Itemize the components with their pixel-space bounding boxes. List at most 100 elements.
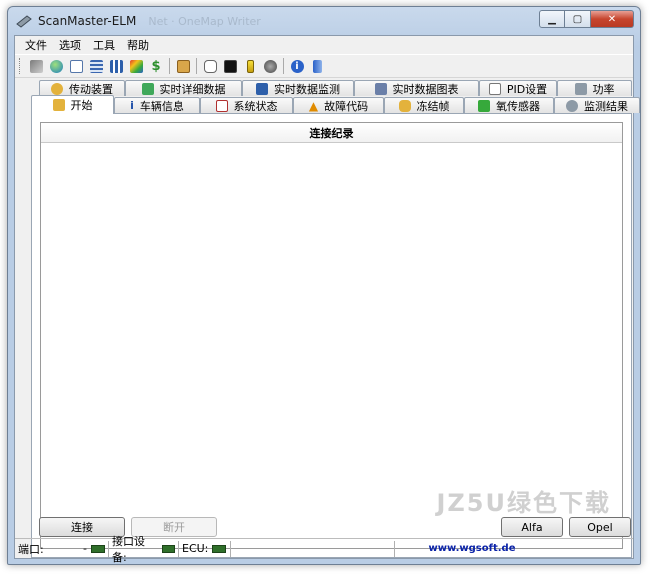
toolbar-grip[interactable] — [19, 58, 22, 74]
colorful-chart-tool-button[interactable] — [127, 57, 145, 75]
tab-live-detail[interactable]: 实时详细数据 — [125, 80, 242, 96]
connect-tool-button[interactable] — [27, 57, 45, 75]
terminal-icon — [223, 59, 237, 73]
tab-label: 功率 — [592, 82, 615, 96]
tab-oxygen-sensor[interactable]: 氧传感器 — [464, 97, 554, 113]
connection-log-header: 连接纪录 — [41, 123, 622, 143]
money-tool-button[interactable]: $ — [147, 57, 165, 75]
port-led-icon — [91, 544, 105, 553]
tab-strip: 传动装置 实时详细数据 实时数据监测 实时数据图表 PID设置 功率 开始 i车… — [31, 80, 640, 114]
menu-help[interactable]: 帮助 — [121, 37, 155, 53]
toolbar: $ i — [15, 54, 633, 78]
power-icon — [574, 82, 587, 95]
minimize-button[interactable]: ▁ — [539, 10, 565, 28]
menu-file[interactable]: 文件 — [19, 37, 53, 53]
tab-monitor-results[interactable]: 监测结果 — [554, 97, 640, 113]
window-subtitle: Net · OneMap Writer — [148, 14, 261, 28]
interface-led-icon — [161, 544, 175, 553]
document-icon — [69, 59, 83, 73]
menu-options[interactable]: 选项 — [53, 37, 87, 53]
exit-tool-button[interactable] — [308, 57, 326, 75]
hand-icon — [398, 99, 411, 112]
globe-tool-button[interactable] — [47, 57, 65, 75]
battery-icon — [246, 59, 254, 73]
client-area: 文件 选项 工具 帮助 $ i 传动装置 实时详细数据 实时数据监测 实时数据图… — [14, 35, 640, 564]
toolbar-separator — [283, 58, 284, 74]
window-title: ScanMaster-ELM — [38, 14, 137, 28]
tab-label: 实时数据图表 — [392, 82, 459, 96]
tab-freeze-frame[interactable]: 冻结帧 — [384, 97, 464, 113]
tab-label: 实时数据监测 — [274, 82, 340, 96]
tab-live-chart[interactable]: 实时数据图表 — [354, 80, 479, 96]
tab-label: 实时详细数据 — [159, 82, 226, 96]
warning-icon: ▲ — [308, 98, 319, 113]
clipboard-tool-button[interactable] — [174, 57, 192, 75]
info-icon: i — [130, 99, 134, 112]
tab-label: 系统状态 — [233, 99, 278, 113]
globe-icon — [49, 59, 63, 73]
tab-trouble-codes[interactable]: ▲ 故障代码 — [293, 97, 384, 113]
tab-label: 监测结果 — [584, 99, 628, 113]
minimize-icon: ▁ — [548, 13, 556, 25]
chat-tool-button[interactable] — [201, 57, 219, 75]
chat-icon — [203, 59, 217, 73]
chart-icon — [374, 82, 387, 95]
toolbar-separator — [196, 58, 197, 74]
monitor-icon — [256, 82, 268, 95]
colorful-chart-icon — [129, 59, 143, 73]
port-label: 端口: — [18, 542, 44, 556]
info-tool-button[interactable]: i — [288, 57, 306, 75]
battery-tool-button[interactable] — [241, 57, 259, 75]
tab-label: PID设置 — [506, 82, 548, 96]
close-button[interactable]: ✕ — [591, 10, 634, 28]
money-icon: $ — [151, 58, 161, 74]
table-icon — [89, 59, 103, 73]
status-icon — [215, 99, 228, 112]
ecu-label: ECU: — [182, 542, 209, 555]
sensor-icon — [478, 99, 490, 112]
document-icon — [488, 82, 501, 95]
ecu-status: ECU: — [179, 540, 231, 557]
port-value: - — [83, 542, 87, 555]
website-link[interactable]: www.wgsoft.de — [429, 543, 516, 554]
tab-label: 冻结帧 — [416, 99, 450, 113]
start-icon — [52, 99, 65, 111]
toolbar-separator — [169, 58, 170, 74]
tab-label: 故障代码 — [324, 99, 369, 113]
close-icon: ✕ — [607, 13, 617, 25]
interface-status: 接口设备: — [109, 535, 179, 564]
tab-start[interactable]: 开始 — [31, 95, 114, 114]
gauge-tool-button[interactable] — [261, 57, 279, 75]
status-spacer — [231, 540, 395, 557]
tab-system-status[interactable]: 系统状态 — [200, 97, 293, 113]
terminal-tool-button[interactable] — [221, 57, 239, 75]
table-icon — [141, 82, 154, 95]
chart-icon — [109, 59, 123, 73]
document-tool-button[interactable] — [67, 57, 85, 75]
transmission-icon — [51, 82, 63, 95]
tab-transmission[interactable]: 传动装置 — [39, 80, 125, 96]
status-bar: 端口: - 接口设备: ECU: www.wgsoft.de — [15, 535, 633, 564]
app-logo-icon — [16, 15, 32, 28]
chart-tool-button[interactable] — [107, 57, 125, 75]
connect-icon — [29, 59, 43, 73]
tab-vehicle-info[interactable]: i 车辆信息 — [114, 97, 200, 113]
info-icon: i — [290, 59, 304, 73]
website-link-cell: www.wgsoft.de — [395, 541, 549, 557]
opel-button[interactable]: Opel — [569, 517, 631, 537]
tab-live-monitor[interactable]: 实时数据监测 — [242, 80, 354, 96]
gear-icon — [566, 99, 578, 112]
tab-label: 车辆信息 — [139, 99, 184, 113]
alfa-button[interactable]: Alfa — [501, 517, 563, 537]
menu-tools[interactable]: 工具 — [87, 37, 121, 53]
tab-power[interactable]: 功率 — [557, 80, 632, 96]
ecu-led-icon — [212, 544, 227, 553]
table-tool-button[interactable] — [87, 57, 105, 75]
tab-pid-settings[interactable]: PID设置 — [479, 80, 557, 96]
watermark: JZ5U绿色下载 — [436, 489, 611, 517]
maximize-button[interactable]: ▢ — [565, 10, 591, 28]
app-window: ScanMaster-ELM Net · OneMap Writer ▁ ▢ ✕… — [7, 6, 641, 565]
gauge-icon — [263, 59, 277, 73]
title-bar[interactable]: ScanMaster-ELM Net · OneMap Writer ▁ ▢ ✕ — [8, 7, 640, 35]
interface-label: 接口设备: — [112, 534, 145, 564]
